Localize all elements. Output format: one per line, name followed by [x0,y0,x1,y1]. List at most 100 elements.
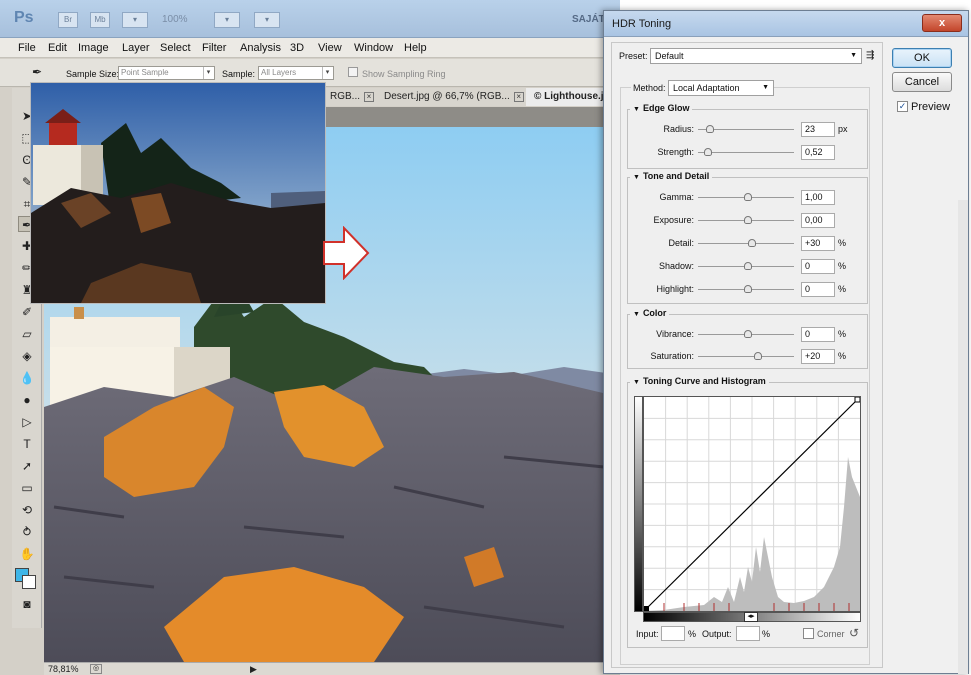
show-sampling-ring-label: Show Sampling Ring [362,69,446,79]
menu-3d[interactable]: 3D [290,42,304,54]
zoom-level[interactable]: 100% [162,14,188,25]
original-image-inset [30,82,326,304]
eyedropper-icon[interactable]: ✒ [28,64,46,80]
strength-slider-thumb[interactable] [704,148,712,156]
strength-slider-track[interactable] [698,152,794,153]
collapse-triangle-icon: ▼ [633,174,640,181]
screen-mode-button[interactable]: ▾ [254,12,280,28]
radius-slider-thumb[interactable] [706,125,714,133]
preset-menu-icon[interactable]: ⇶ [866,50,874,61]
status-arrow-icon[interactable]: ▶ [250,663,257,675]
menu-image[interactable]: Image [78,42,109,54]
input-label: Input: [636,629,659,639]
input-field[interactable] [661,626,685,641]
shadow-unit: % [838,261,847,271]
vibrance-slider-thumb[interactable] [744,330,752,338]
view-extras-button[interactable]: ▾ [122,12,148,28]
history-brush-tool-icon[interactable]: ✐ [18,304,36,320]
tab-document-1[interactable]: RGB... × [322,88,384,106]
menu-file[interactable]: File [18,42,36,54]
hand-tool-icon[interactable]: ✋ [18,546,36,562]
dodge-tool-icon[interactable]: ● [18,392,36,408]
preview-checkbox[interactable]: ✓ [897,101,908,112]
tab-desert[interactable]: Desert.jpg @ 66,7% (RGB... × [376,88,533,106]
preset-select[interactable]: Default ▼ [650,48,862,64]
tone-detail-heading[interactable]: ▼ Tone and Detail [630,171,713,181]
menu-window[interactable]: Window [354,42,393,54]
menu-help[interactable]: Help [404,42,427,54]
detail-slider-thumb[interactable] [748,239,756,247]
status-bar: 78,81% ◎ ▶ [44,662,620,675]
highlight-label: Highlight: [656,284,694,294]
saturation-slider-thumb[interactable] [754,352,762,360]
gamma-slider-thumb[interactable] [744,193,752,201]
strength-input[interactable]: 0,52 [801,145,835,160]
corner-checkbox[interactable] [803,628,814,639]
saturation-slider-track[interactable] [698,356,794,357]
exposure-input[interactable]: 0,00 [801,213,835,228]
close-icon[interactable]: × [364,92,375,102]
detail-input[interactable]: +30 [801,236,835,251]
shadow-input[interactable]: 0 [801,259,835,274]
saturation-unit: % [838,351,847,361]
exposure-slider-thumb[interactable] [744,216,752,224]
reset-curve-icon[interactable]: ↺ [849,626,859,640]
shadow-label: Shadow: [658,261,694,271]
ok-button[interactable]: OK [892,48,952,68]
pen-tool-icon[interactable]: ▷ [18,414,36,430]
chevron-down-icon: ▾ [203,67,213,79]
chevron-down-icon: ▼ [850,52,857,59]
corner-label: Corner [817,629,845,639]
3d-rotate-tool-icon[interactable]: ⟲ [18,502,36,518]
close-icon[interactable]: × [513,92,524,102]
edge-glow-heading[interactable]: ▼ Edge Glow [630,103,693,113]
vibrance-input[interactable]: 0 [801,327,835,342]
detail-slider-track[interactable] [698,243,794,244]
black-point-handle-icon[interactable]: ◂▸ [744,612,758,622]
curve-histogram-svg [644,396,861,611]
menu-view[interactable]: View [318,42,342,54]
menu-layer[interactable]: Layer [122,42,150,54]
3d-orbit-tool-icon[interactable]: ⥁ [18,524,36,540]
toning-curve-heading[interactable]: ▼ Toning Curve and Histogram [630,376,769,386]
gamma-label: Gamma: [659,192,694,202]
edge-glow-group: ▼ Edge Glow [627,103,868,169]
shadow-slider-thumb[interactable] [744,262,752,270]
eraser-tool-icon[interactable]: ▱ [18,326,36,342]
show-sampling-ring-checkbox[interactable] [348,67,358,77]
chevron-down-icon: ▾ [322,67,332,79]
gamma-input[interactable]: 1,00 [801,190,835,205]
menu-filter[interactable]: Filter [202,42,226,54]
sample-select[interactable]: All Layers ▾ [258,66,334,80]
radius-input[interactable]: 23 [801,122,835,137]
dialog-title: HDR Toning [612,18,672,30]
background-color-swatch[interactable] [22,575,36,589]
saturation-input[interactable]: +20 [801,349,835,364]
status-zoom[interactable]: 78,81% [48,663,79,675]
blur-tool-icon[interactable]: 💧 [18,370,36,386]
output-field[interactable] [736,626,760,641]
mini-bridge-button[interactable]: Mb [90,12,110,28]
path-selection-tool-icon[interactable]: ➚ [18,458,36,474]
menu-edit[interactable]: Edit [48,42,67,54]
quick-mask-icon[interactable]: ◙ [18,596,36,612]
menu-select[interactable]: Select [160,42,191,54]
workspace-label[interactable]: SAJÁT [572,14,605,25]
toning-curve-graph[interactable] [643,396,861,612]
cancel-button[interactable]: Cancel [892,72,952,92]
detail-unit: % [838,238,847,248]
close-button[interactable]: x [922,14,962,32]
shape-tool-icon[interactable]: ▭ [18,480,36,496]
status-info-icon[interactable]: ◎ [90,664,102,674]
output-unit: % [762,629,771,639]
bridge-button[interactable]: Br [58,12,78,28]
arrange-documents-button[interactable]: ▾ [214,12,240,28]
menu-analysis[interactable]: Analysis [240,42,281,54]
color-heading[interactable]: ▼ Color [630,308,670,318]
type-tool-icon[interactable]: T [18,436,36,452]
paint-bucket-tool-icon[interactable]: ◈ [18,348,36,364]
highlight-slider-thumb[interactable] [744,285,752,293]
method-select[interactable]: Local Adaptation ▼ [668,80,774,96]
highlight-input[interactable]: 0 [801,282,835,297]
sample-size-select[interactable]: Point Sample ▾ [118,66,215,80]
